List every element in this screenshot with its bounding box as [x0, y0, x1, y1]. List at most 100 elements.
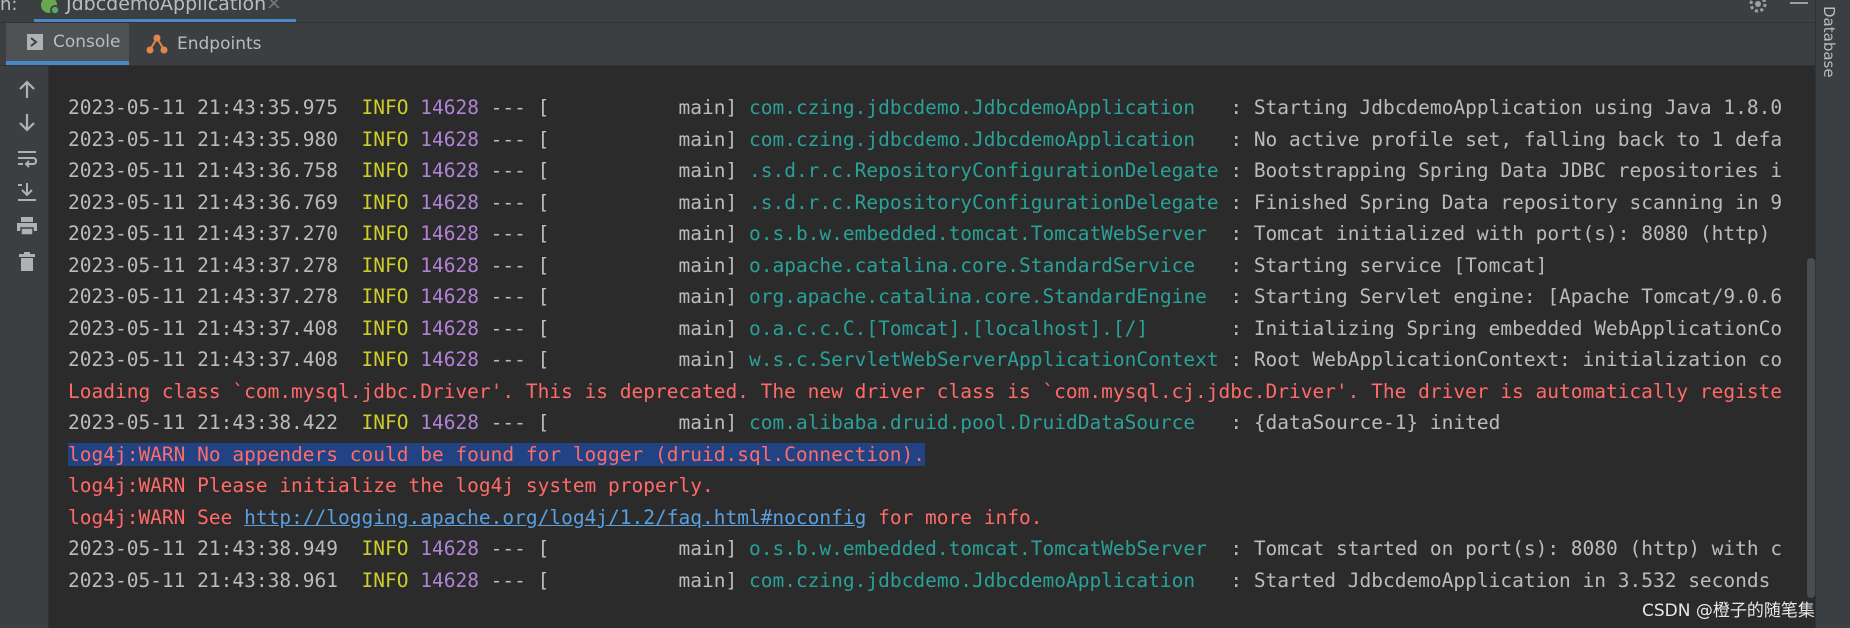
log-level: INFO: [361, 348, 409, 371]
log-line: 2023-05-11 21:43:37.278 INFO 14628 --- […: [68, 250, 1782, 282]
log-pid: 14628: [420, 316, 479, 340]
log-pid: 14628: [420, 222, 479, 245]
log-separator: --- [: [478, 348, 550, 371]
log-separator: --- [: [478, 253, 550, 277]
log-timestamp: 2023-05-11 21:43:36.769: [68, 190, 339, 214]
log-level: INFO: [361, 222, 409, 245]
log-level: INFO: [361, 411, 409, 434]
log-timestamp: 2023-05-11 21:43:38.949: [68, 537, 339, 560]
log-line: Loading class `com.mysql.jdbc.Driver'. T…: [68, 376, 1782, 408]
log-message: : Bootstrapping Spring Data JDBC reposit…: [1218, 159, 1783, 182]
log-thread: main]: [549, 537, 749, 560]
log-separator: --- [: [478, 190, 550, 214]
tab-console-label: Console: [53, 32, 121, 52]
log-thread: main]: [549, 411, 749, 434]
log-line: 2023-05-11 21:43:36.758 INFO 14628 --- […: [68, 155, 1782, 187]
tab-console[interactable]: Console: [6, 23, 129, 65]
gear-icon[interactable]: [1748, 0, 1768, 18]
log-line: 2023-05-11 21:43:36.769 INFO 14628 --- […: [68, 187, 1782, 219]
log-level: INFO: [361, 316, 409, 340]
log-separator: --- [: [478, 411, 550, 434]
arrow-down-icon[interactable]: [15, 110, 39, 134]
right-tool-strip: Database: [1815, 0, 1850, 628]
log-pid: 14628: [420, 411, 479, 434]
log-message: : Tomcat started on port(s): 8080 (http)…: [1218, 537, 1783, 560]
vertical-scrollbar[interactable]: [1807, 258, 1815, 598]
log-line: 2023-05-11 21:43:35.980 INFO 14628 --- […: [68, 124, 1782, 156]
tab-endpoints[interactable]: Endpoints: [144, 23, 274, 65]
log-pid: 14628: [420, 127, 479, 151]
arrow-up-icon[interactable]: [15, 78, 39, 102]
print-icon[interactable]: [15, 214, 39, 238]
log-message: : Root WebApplicationContext: initializa…: [1218, 348, 1783, 371]
log-message: : Finished Spring Data repository scanni…: [1218, 190, 1783, 214]
log-pid: 14628: [420, 253, 479, 277]
minimize-icon[interactable]: [1790, 2, 1808, 4]
log-line: log4j:WARN See http://logging.apache.org…: [68, 502, 1782, 534]
log-thread: main]: [549, 316, 749, 340]
log-logger: org.apache.catalina.core.StandardEngine: [748, 285, 1219, 308]
log-message: : Started JdbcdemoApplication in 3.532 s…: [1218, 568, 1771, 592]
log-level: INFO: [361, 190, 409, 214]
run-configuration-tab[interactable]: JdbcdemoApplication ×: [34, 0, 296, 22]
log-timestamp: 2023-05-11 21:43:37.408: [68, 348, 339, 371]
faq-link[interactable]: http://logging.apache.org/log4j/1.2/faq.…: [244, 506, 866, 529]
log-message: : {dataSource-1} inited: [1218, 411, 1501, 434]
console-output[interactable]: 2023-05-11 21:43:35.975 INFO 14628 --- […: [49, 66, 1815, 628]
log-line: 2023-05-11 21:43:38.949 INFO 14628 --- […: [68, 533, 1782, 565]
log-level: INFO: [361, 96, 409, 119]
log-level: INFO: [361, 568, 409, 592]
log-line: log4j:WARN No appenders could be found f…: [68, 439, 1782, 471]
log-level: INFO: [361, 253, 409, 277]
log-separator: --- [: [478, 316, 550, 340]
log-logger: o.apache.catalina.core.StandardService: [748, 253, 1219, 277]
spring-boot-icon: [38, 0, 62, 22]
database-tool-button[interactable]: Database: [1820, 6, 1838, 78]
scroll-to-end-icon[interactable]: [15, 180, 39, 204]
run-tabs-bar: Console Endpoints: [0, 23, 1815, 66]
log-logger: com.czing.jdbcdemo.JdbcdemoApplication: [748, 127, 1219, 151]
log-pid: 14628: [420, 190, 479, 214]
run-window-prefix: n:: [0, 0, 18, 15]
close-icon[interactable]: ×: [266, 0, 282, 14]
log-thread: main]: [549, 96, 749, 119]
log-message: : Starting Servlet engine: [Apache Tomca…: [1218, 285, 1783, 308]
log-line: 2023-05-11 21:43:37.278 INFO 14628 --- […: [68, 281, 1782, 313]
log-pid: 14628: [420, 568, 479, 592]
log-line: 2023-05-11 21:43:38.422 INFO 14628 --- […: [68, 407, 1782, 439]
log-line: log4j:WARN Please initialize the log4j s…: [68, 470, 1782, 502]
log-separator: --- [: [478, 222, 550, 245]
log-message: : Tomcat initialized with port(s): 8080 …: [1218, 222, 1771, 245]
log-level: INFO: [361, 285, 409, 308]
log-timestamp: 2023-05-11 21:43:37.408: [68, 316, 339, 340]
log-thread: main]: [549, 190, 749, 214]
log-logger: o.s.b.w.embedded.tomcat.TomcatWebServer: [748, 537, 1219, 560]
log-thread: main]: [549, 222, 749, 245]
log-thread: main]: [549, 127, 749, 151]
log-message: : Starting JdbcdemoApplication using Jav…: [1218, 96, 1783, 119]
log-timestamp: 2023-05-11 21:43:35.975: [68, 96, 339, 119]
tab-endpoints-label: Endpoints: [177, 34, 262, 54]
log-line: 2023-05-11 21:43:35.975 INFO 14628 --- […: [68, 92, 1782, 124]
log-line: 2023-05-11 21:43:37.408 INFO 14628 --- […: [68, 313, 1782, 345]
log-separator: --- [: [478, 96, 550, 119]
endpoints-icon: [146, 34, 168, 54]
log-pid: 14628: [420, 285, 479, 308]
log-timestamp: 2023-05-11 21:43:35.980: [68, 127, 339, 151]
log-thread: main]: [549, 348, 749, 371]
log-thread: main]: [549, 253, 749, 277]
log-separator: --- [: [478, 285, 550, 308]
stderr-text: log4j:WARN Please initialize the log4j s…: [68, 474, 714, 497]
log-message: : Initializing Spring embedded WebApplic…: [1218, 316, 1783, 340]
soft-wrap-icon[interactable]: [15, 146, 39, 170]
log-message: : Starting service [Tomcat]: [1218, 253, 1548, 277]
trash-icon[interactable]: [15, 250, 39, 274]
watermark: CSDN @橙子的随笔集: [1642, 601, 1815, 621]
log-separator: --- [: [478, 159, 550, 182]
log-pid: 14628: [420, 96, 479, 119]
run-tool-window-header: n: JdbcdemoApplication ×: [0, 0, 1815, 23]
log-timestamp: 2023-05-11 21:43:37.278: [68, 253, 339, 277]
log-thread: main]: [549, 285, 749, 308]
log-level: INFO: [361, 127, 409, 151]
log-pid: 14628: [420, 159, 479, 182]
